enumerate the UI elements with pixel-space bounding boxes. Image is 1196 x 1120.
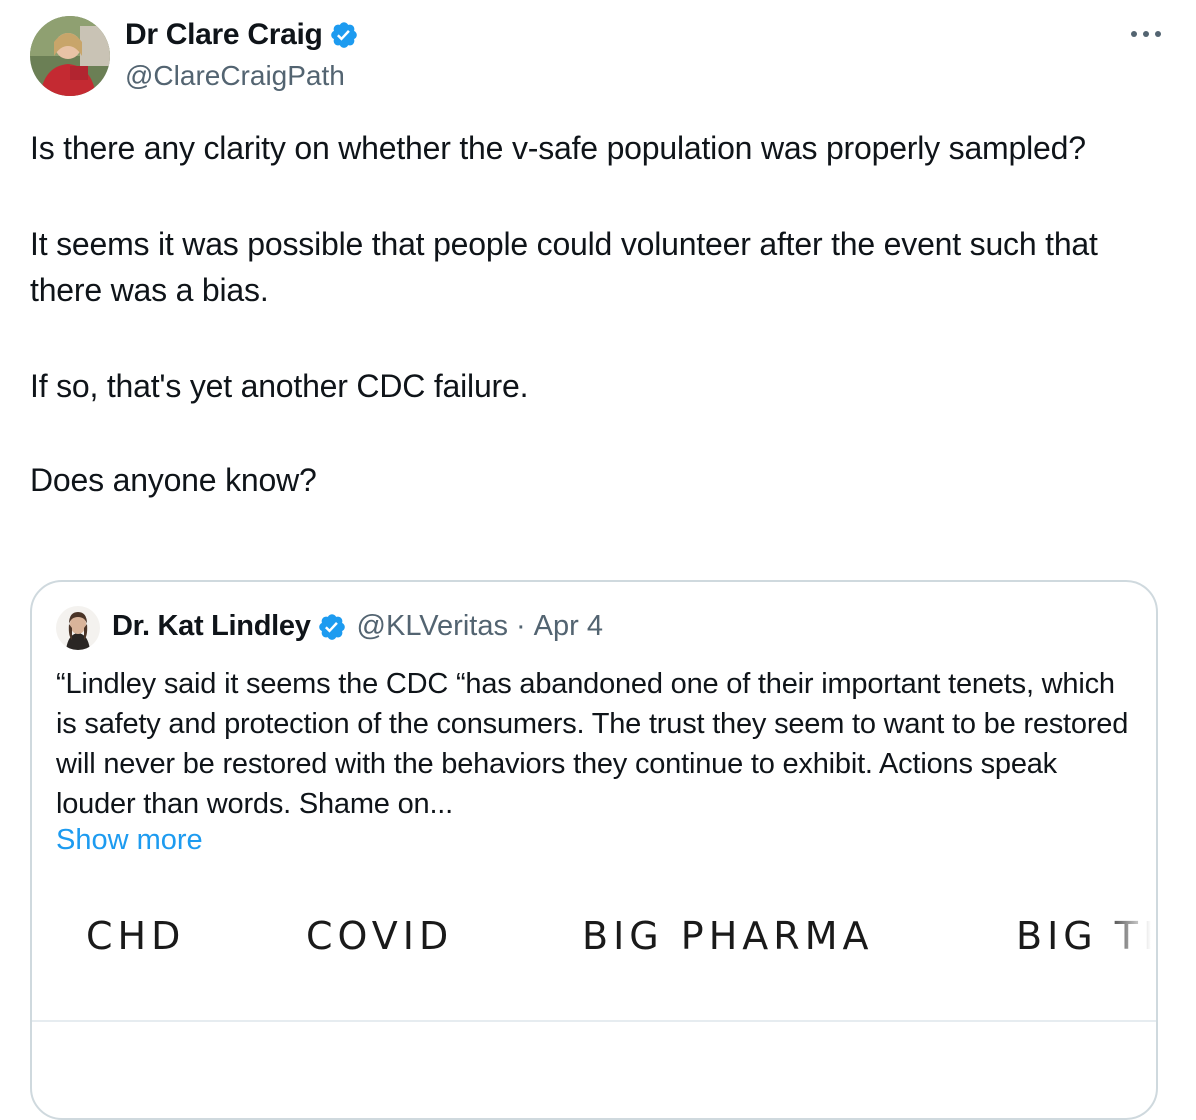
quoted-tweet-card[interactable]: Dr. Kat Lindley @KLVeritas · Apr 4 “Lind… xyxy=(30,580,1158,1120)
media-divider xyxy=(32,1020,1156,1022)
quoted-tweet-text: “Lindley said it seems the CDC “has aban… xyxy=(56,668,1129,820)
tweet-paragraph: Is there any clarity on whether the v-sa… xyxy=(30,130,1086,166)
link-preview-nav: CHD COVID BIG PHARMA BIG TE xyxy=(32,892,1156,1022)
quoted-tweet-date[interactable]: Apr 4 xyxy=(534,610,603,643)
verified-badge-icon xyxy=(317,612,347,642)
quoted-author-avatar[interactable] xyxy=(56,606,100,650)
nav-item-big-pharma: BIG PHARMA xyxy=(582,914,874,958)
quoted-tweet-header: Dr. Kat Lindley @KLVeritas · Apr 4 xyxy=(112,610,603,643)
quoted-author-handle[interactable]: @KLVeritas xyxy=(357,610,508,643)
verified-badge-icon xyxy=(329,20,359,50)
tweet-paragraph: If so, that's yet another CDC failure. xyxy=(30,368,529,404)
more-horizontal-icon[interactable] xyxy=(1126,22,1166,46)
author-name[interactable]: Dr Clare Craig xyxy=(125,18,359,52)
author-avatar[interactable] xyxy=(30,16,110,96)
nav-item-chd: CHD xyxy=(86,914,186,958)
quoted-author-name[interactable]: Dr. Kat Lindley xyxy=(112,610,311,643)
tweet-paragraph: Does anyone know? xyxy=(30,462,317,498)
nav-item-covid: COVID xyxy=(306,914,454,958)
meta-separator: · xyxy=(515,610,526,642)
author-name-text[interactable]: Dr Clare Craig xyxy=(125,18,323,52)
show-more-link[interactable]: Show more xyxy=(56,824,203,857)
tweet-text: Is there any clarity on whether the v-sa… xyxy=(30,125,1170,553)
author-handle[interactable]: @ClareCraigPath xyxy=(125,60,345,92)
nav-fade-overlay xyxy=(1100,892,1156,1022)
tweet-paragraph: It seems it was possible that people cou… xyxy=(30,226,1098,308)
